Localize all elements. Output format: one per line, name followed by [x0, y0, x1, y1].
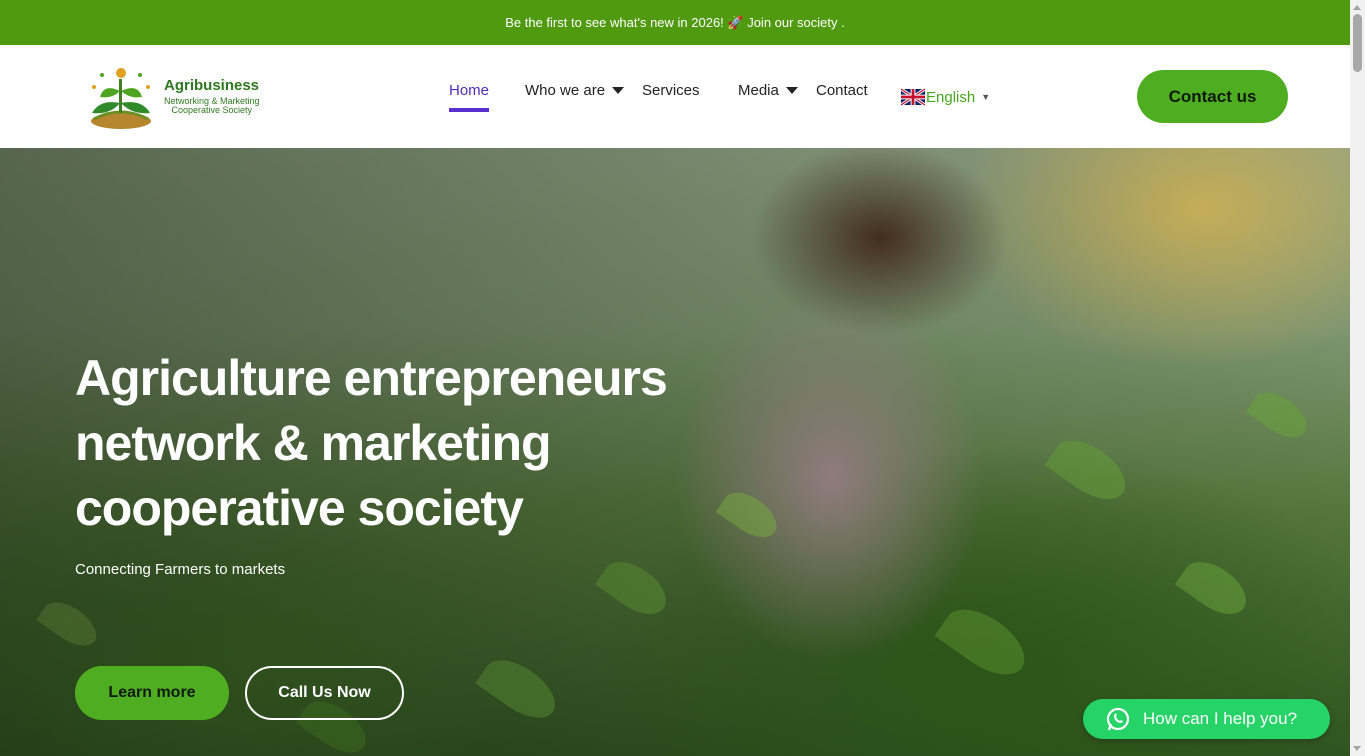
announcement-bar: Be the first to see what's new in 2026! … — [0, 0, 1350, 45]
uk-flag-icon — [901, 88, 925, 106]
chevron-down-icon — [785, 87, 798, 94]
nav-item-media[interactable]: Media — [738, 82, 798, 99]
nav-item-label: Home — [449, 82, 490, 99]
dropdown-arrow-icon: ▼ — [981, 92, 991, 102]
nav-item-contact[interactable]: Contact — [816, 82, 868, 99]
logo-text: Agribusiness Networking & Marketing Coop… — [164, 78, 260, 116]
contact-us-button[interactable]: Contact us — [1137, 70, 1288, 123]
logo-line-3: Cooperative Society — [171, 105, 253, 116]
logo-line-1: Agribusiness — [164, 77, 260, 95]
hero-title-line-1: Agriculture entrepreneurs — [75, 350, 668, 406]
learn-more-button[interactable]: Learn more — [75, 666, 229, 720]
nav-item-services[interactable]: Services — [642, 82, 700, 99]
whatsapp-chat-button[interactable]: How can I help you? — [1083, 699, 1330, 739]
call-us-now-button[interactable]: Call Us Now — [245, 666, 404, 720]
whatsapp-label: How can I help you? — [1143, 709, 1298, 728]
whatsapp-icon — [1106, 707, 1130, 731]
scroll-down-arrow-icon[interactable] — [1353, 746, 1361, 751]
hero-subtitle: Connecting Farmers to markets — [75, 561, 286, 578]
site-logo[interactable]: Agribusiness Networking & Marketing Coop… — [82, 61, 268, 133]
page-scrollbar[interactable] — [1350, 0, 1365, 756]
nav-item-home[interactable]: Home — [449, 82, 490, 112]
scroll-up-arrow-icon[interactable] — [1353, 5, 1361, 10]
site-header: Agribusiness Networking & Marketing Coop… — [0, 45, 1350, 148]
nav-item-label: Services — [642, 82, 700, 99]
hero-title-line-2: network & marketing — [75, 415, 552, 471]
logo-plant-icon — [91, 68, 151, 129]
scroll-thumb[interactable] — [1353, 14, 1362, 72]
language-selector[interactable]: English ▼ — [901, 88, 990, 106]
nav-item-label: Media — [738, 82, 779, 99]
hero-title-line-3: cooperative society — [75, 480, 524, 536]
announcement-text[interactable]: Be the first to see what's new in 2026! … — [505, 15, 845, 31]
nav-item-label: Contact — [816, 82, 868, 99]
hero-section: Agriculture entrepreneurs network & mark… — [0, 148, 1350, 756]
chevron-down-icon — [612, 87, 625, 94]
nav-item-label: Who we are — [525, 82, 606, 99]
hero-title: Agriculture entrepreneurs network & mark… — [75, 346, 775, 541]
nav-item-who-we-are[interactable]: Who we are — [525, 82, 625, 99]
language-label: English — [926, 88, 976, 106]
